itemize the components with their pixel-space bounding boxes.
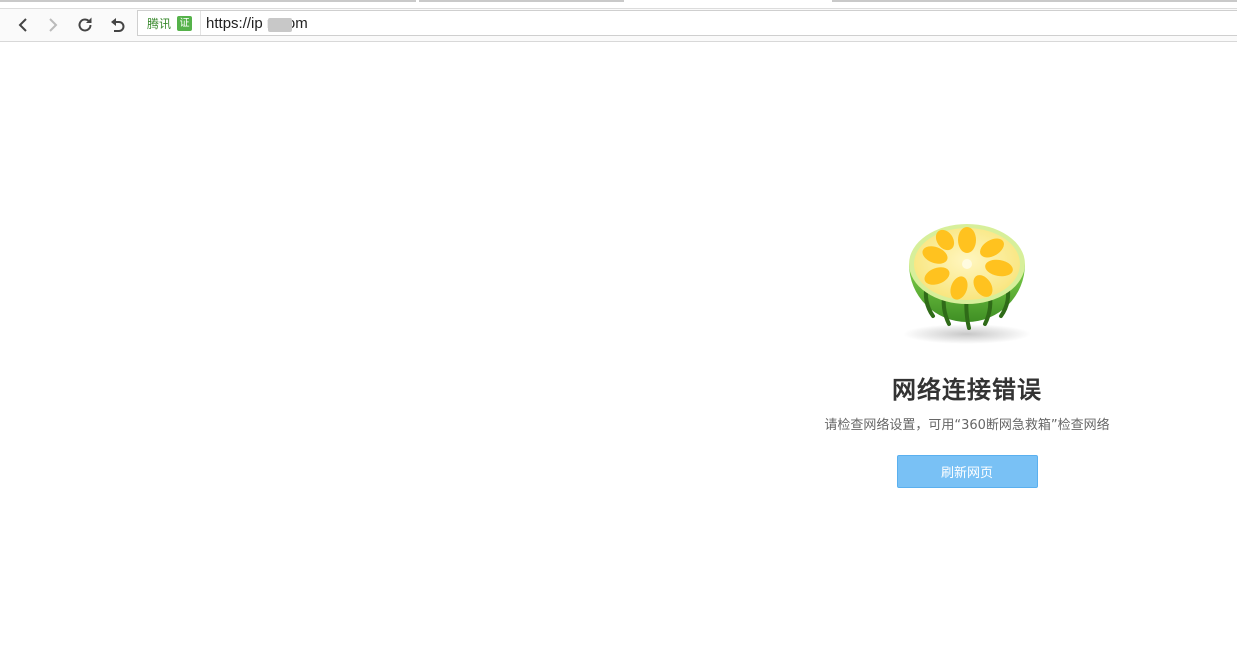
tab-edge[interactable] xyxy=(832,0,1237,2)
lemon-melon-icon xyxy=(903,224,1031,344)
verified-badge-icon: 证 xyxy=(177,15,193,31)
refresh-page-button[interactable]: 刷新网页 xyxy=(896,455,1038,488)
reload-icon xyxy=(78,17,92,32)
reload-button[interactable] xyxy=(71,11,99,39)
certificate-indicator[interactable]: 腾讯 证 xyxy=(138,11,202,35)
back-button[interactable] xyxy=(9,11,37,39)
undo-icon xyxy=(111,18,125,32)
forward-button[interactable] xyxy=(39,11,67,39)
tab-edge[interactable] xyxy=(0,0,416,2)
url-value: https://ip n.com xyxy=(206,14,308,32)
cert-label: 腾讯 xyxy=(147,16,172,31)
undo-button[interactable] xyxy=(104,11,132,39)
browser-toolbar: 腾讯 证 https://ip n.com xyxy=(0,8,1237,42)
network-error-panel: 网络连接错误 请检查网络设置，可用“360断网急救箱”检查网络 刷新网页 xyxy=(787,218,1147,488)
chevron-left-icon xyxy=(18,18,27,32)
chevron-right-icon xyxy=(49,18,58,32)
tab-edge[interactable] xyxy=(419,0,624,2)
url-text[interactable]: https://ip n.com xyxy=(201,15,308,32)
address-bar[interactable]: 腾讯 证 https://ip n.com xyxy=(137,10,1237,36)
tab-strip xyxy=(0,0,1237,8)
error-title: 网络连接错误 xyxy=(892,376,1042,404)
redaction-mask xyxy=(268,17,293,32)
error-description: 请检查网络设置，可用“360断网急救箱”检查网络 xyxy=(824,418,1110,433)
